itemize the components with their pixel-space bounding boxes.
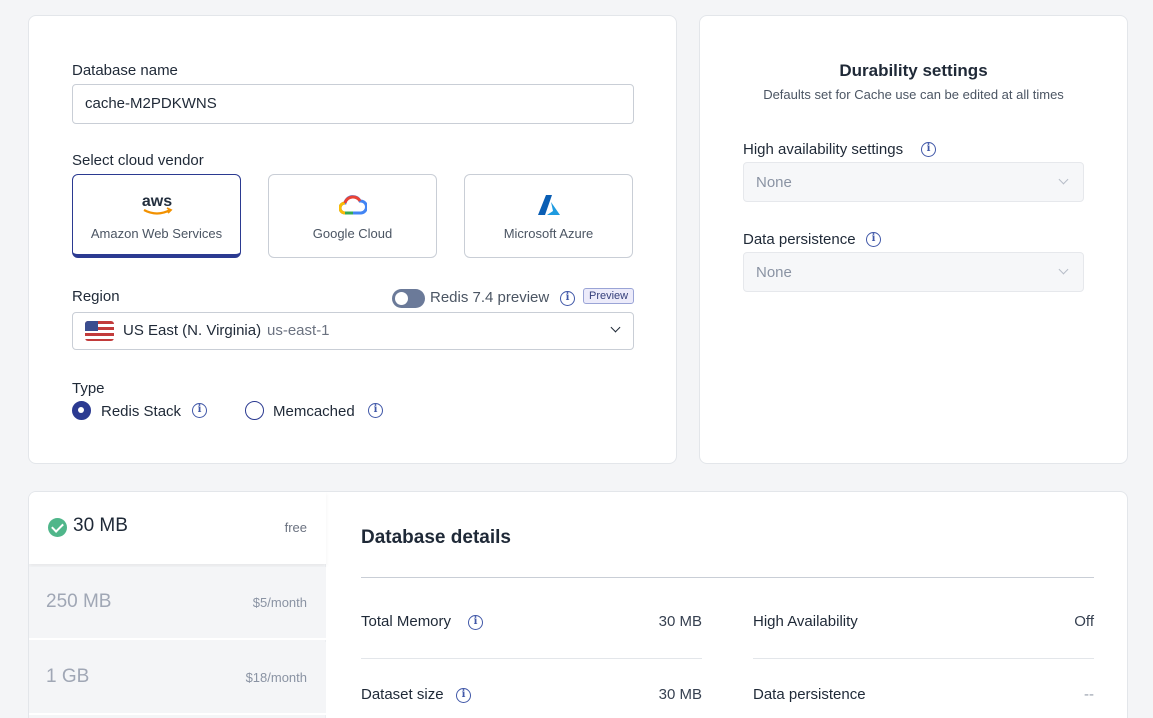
plan-option-1gb[interactable]: 1 GB $18/month <box>29 642 326 715</box>
detail-label-high-availability: High Availability <box>753 613 858 630</box>
divider <box>361 577 1094 578</box>
type-label-memcached: Memcached <box>273 403 355 420</box>
detail-value-dataset-size: 30 MB <box>658 686 702 703</box>
vendor-option-aws[interactable]: aws Amazon Web Services <box>72 174 241 258</box>
ha-settings-value: None <box>756 174 792 191</box>
persistence-select[interactable]: None <box>743 252 1084 292</box>
plan-option-250mb[interactable]: 250 MB $5/month <box>29 567 326 640</box>
plan-price: free <box>284 520 307 535</box>
detail-label-data-persistence: Data persistence <box>753 686 866 703</box>
vendor-name: Amazon Web Services <box>90 226 223 241</box>
plan-list: 30 MB free 250 MB $5/month 1 GB $18/mont… <box>29 492 326 718</box>
divider <box>361 658 702 659</box>
chevron-down-icon <box>1058 174 1069 185</box>
aws-logo-icon: aws <box>73 192 240 218</box>
region-select[interactable]: US East (N. Virginia) us-east-1 <box>72 312 634 350</box>
redis-preview-label: Redis 7.4 preview <box>430 289 550 306</box>
divider <box>753 658 1094 659</box>
plan-details-card: 30 MB free 250 MB $5/month 1 GB $18/mont… <box>28 491 1128 718</box>
persistence-value: None <box>756 264 792 281</box>
vendor-option-google-cloud[interactable]: Google Cloud <box>268 174 437 258</box>
preview-badge: Preview <box>583 288 635 304</box>
memcached-info-icon[interactable]: i <box>368 403 383 418</box>
plan-price: $18/month <box>245 670 307 685</box>
persistence-label: Data persistence <box>743 231 856 248</box>
region-label: Region <box>72 288 120 305</box>
type-radio-memcached[interactable] <box>245 401 264 420</box>
persistence-info-icon[interactable]: i <box>866 232 881 247</box>
google-cloud-logo-icon <box>269 192 436 218</box>
detail-value-total-memory: 30 MB <box>658 613 702 630</box>
vendor-option-azure[interactable]: Microsoft Azure <box>464 174 633 258</box>
us-flag-icon <box>85 321 114 341</box>
vendor-name: Microsoft Azure <box>503 226 594 241</box>
type-label: Type <box>72 380 105 397</box>
chevron-down-icon <box>1058 264 1069 275</box>
durability-subtitle: Defaults set for Cache use can be edited… <box>763 87 1064 102</box>
detail-label-dataset-size: Dataset size <box>361 686 444 703</box>
region-name: US East (N. Virginia) <box>123 322 262 339</box>
detail-value-high-availability: Off <box>1074 613 1094 630</box>
ha-settings-info-icon[interactable]: i <box>921 142 936 157</box>
database-name-value: cache-M2PDKWNS <box>85 95 217 112</box>
plan-size: 30 MB <box>73 515 128 536</box>
ha-settings-label: High availability settings <box>743 141 904 158</box>
durability-title: Durability settings <box>839 61 988 80</box>
plan-size: 250 MB <box>46 591 112 612</box>
check-circle-icon <box>48 518 67 537</box>
dataset-size-info-icon[interactable]: i <box>456 688 471 703</box>
ha-settings-select[interactable]: None <box>743 162 1084 202</box>
plan-option-30mb[interactable]: 30 MB free <box>29 492 326 564</box>
cloud-vendor-label: Select cloud vendor <box>72 152 204 169</box>
database-name-label: Database name <box>72 62 178 79</box>
durability-settings-card: Durability settings Defaults set for Cac… <box>699 15 1128 464</box>
region-code: us-east-1 <box>267 322 330 339</box>
database-details-title: Database details <box>361 527 511 548</box>
database-config-card: Database name cache-M2PDKWNS Select clou… <box>28 15 677 464</box>
plan-price: $5/month <box>252 595 307 610</box>
vendor-name: Google Cloud <box>312 226 393 241</box>
type-radio-redis-stack[interactable] <box>72 401 91 420</box>
chevron-down-icon <box>610 322 621 333</box>
redis-preview-info-icon[interactable]: i <box>560 291 575 306</box>
total-memory-info-icon[interactable]: i <box>468 615 483 630</box>
detail-value-data-persistence: -- <box>1084 686 1094 703</box>
database-name-input[interactable]: cache-M2PDKWNS <box>72 84 634 124</box>
type-label-redis-stack: Redis Stack <box>101 403 182 420</box>
redis-stack-info-icon[interactable]: i <box>192 403 207 418</box>
detail-label-total-memory: Total Memory <box>361 613 452 630</box>
redis-preview-toggle[interactable] <box>392 289 425 308</box>
plan-size: 1 GB <box>46 666 90 687</box>
azure-logo-icon <box>465 192 632 218</box>
